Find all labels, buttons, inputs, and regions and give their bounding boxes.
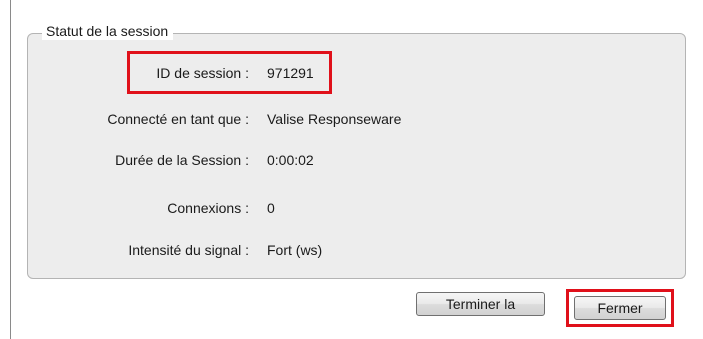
- session-duration-label: Durée de la Session :: [115, 152, 249, 168]
- connections-value: 0: [267, 200, 275, 216]
- connected-as-value: Valise Responseware: [267, 111, 402, 127]
- connected-as-label: Connecté en tant que :: [107, 111, 249, 127]
- session-id-highlight: [127, 51, 332, 94]
- session-duration-value: 0:00:02: [267, 152, 314, 168]
- signal-strength-value: Fort (ws): [267, 242, 323, 258]
- signal-strength-label: Intensité du signal :: [128, 242, 249, 258]
- close-button-highlight: [566, 289, 674, 327]
- end-session-button[interactable]: Terminer la: [416, 292, 545, 316]
- session-status-title: Statut de la session: [42, 22, 174, 40]
- connections-label: Connexions :: [167, 200, 249, 216]
- window-left-border: [10, 0, 11, 339]
